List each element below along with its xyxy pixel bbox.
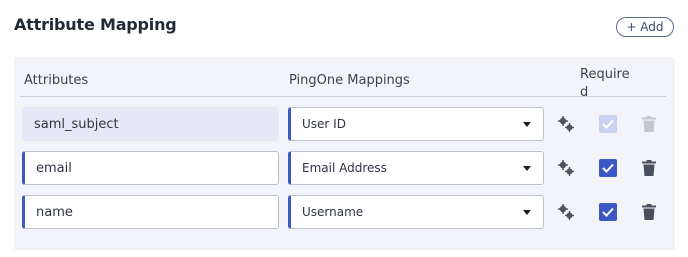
attribute-value: email <box>36 160 72 176</box>
add-button[interactable]: + Add <box>616 17 674 37</box>
mapping-value: Username <box>302 205 364 219</box>
caret-down-icon <box>523 165 531 171</box>
column-header-attributes: Attributes <box>24 73 89 88</box>
check-icon <box>602 119 614 129</box>
mapping-select-user-id[interactable]: User ID <box>288 107 544 141</box>
trash-icon <box>642 116 656 132</box>
required-checkbox[interactable] <box>599 159 617 177</box>
column-header-mappings: PingOne Mappings <box>289 73 410 88</box>
required-checkbox[interactable] <box>599 203 617 221</box>
trash-icon[interactable] <box>642 160 656 176</box>
mapping-select-email-address[interactable]: Email Address <box>288 151 544 185</box>
gear-icon[interactable] <box>557 115 575 133</box>
attribute-value: name <box>36 204 73 220</box>
caret-down-icon <box>523 209 531 215</box>
mapping-select-username[interactable]: Username <box>288 195 544 229</box>
check-icon <box>602 207 614 217</box>
gear-icon[interactable] <box>557 159 575 177</box>
required-checkbox <box>599 115 617 133</box>
page-title: Attribute Mapping <box>14 15 177 34</box>
mapping-value: Email Address <box>302 161 387 175</box>
attribute-field-name[interactable]: name <box>22 195 279 229</box>
gear-icon[interactable] <box>557 203 575 221</box>
check-icon <box>602 163 614 173</box>
mapping-value: User ID <box>302 117 346 131</box>
header-divider <box>20 96 666 97</box>
trash-icon[interactable] <box>642 204 656 220</box>
attribute-field-saml-subject: saml_subject <box>22 107 279 141</box>
caret-down-icon <box>523 121 531 127</box>
attribute-field-email[interactable]: email <box>22 151 279 185</box>
attribute-value: saml_subject <box>34 116 119 132</box>
